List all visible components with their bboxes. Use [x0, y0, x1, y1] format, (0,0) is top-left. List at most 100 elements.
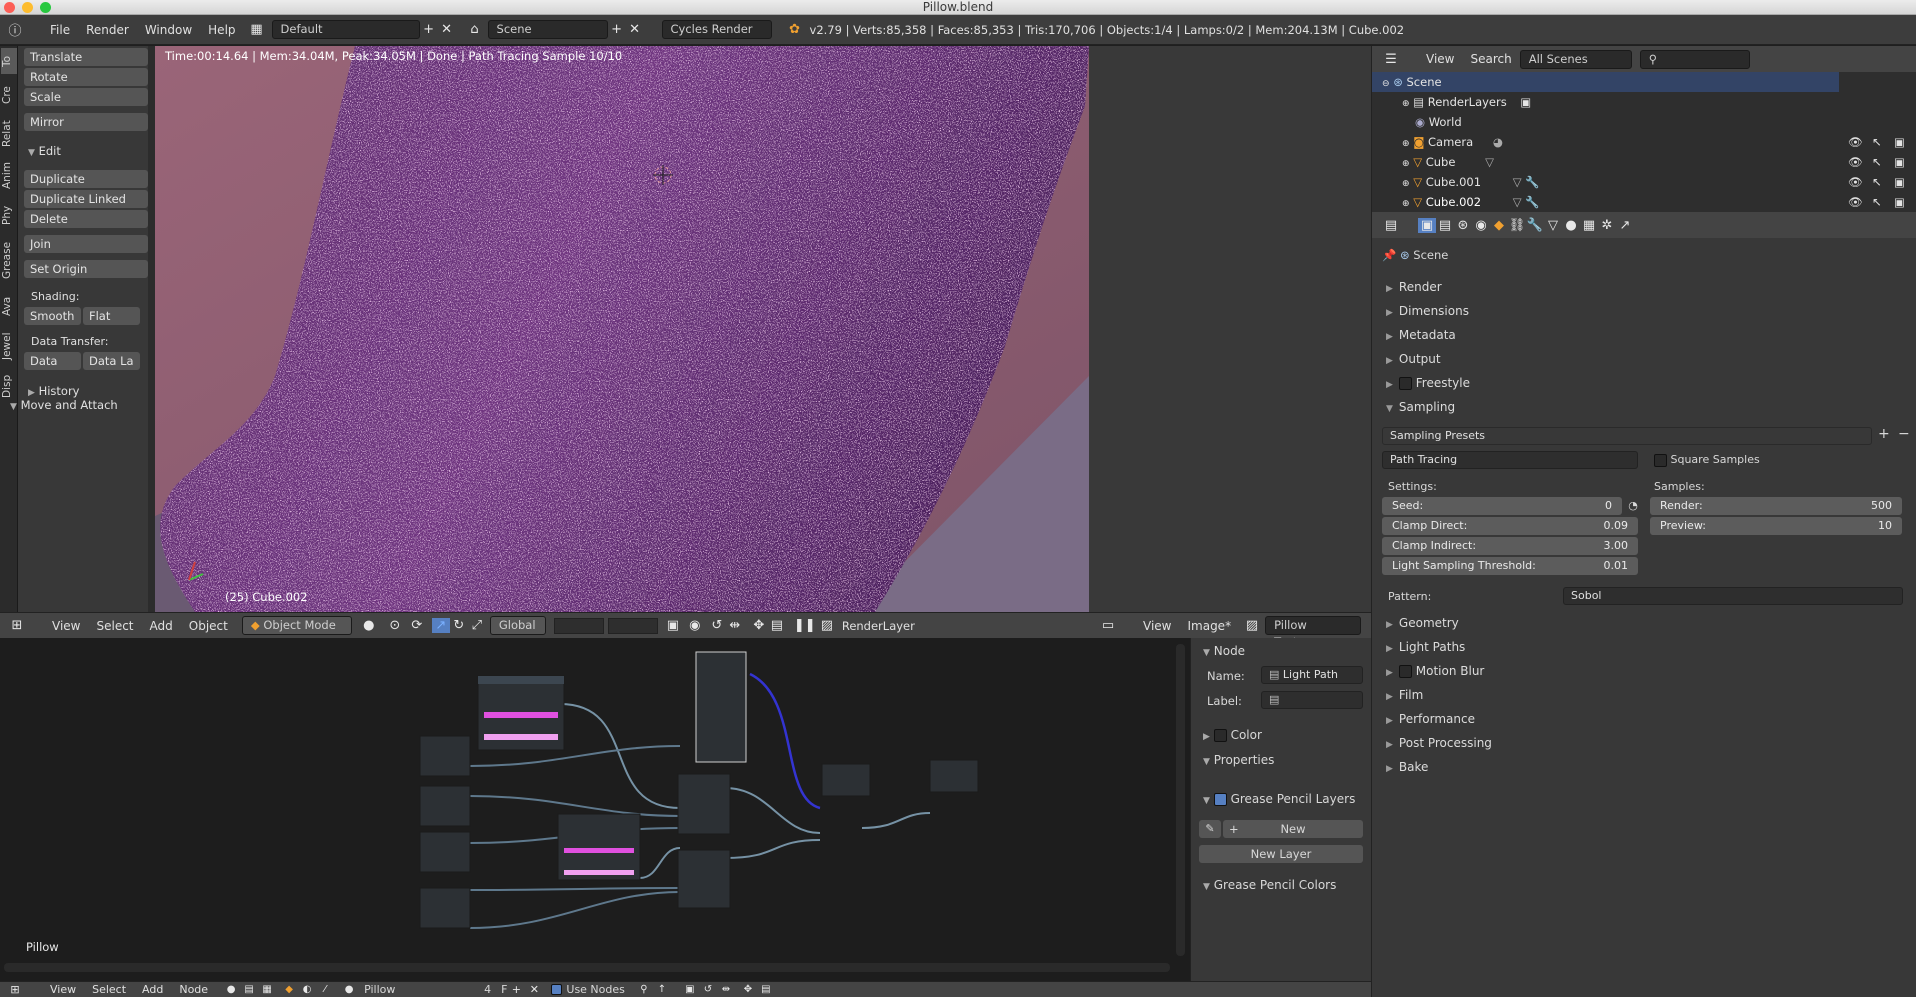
flat-button[interactable]: Flat	[83, 307, 140, 325]
outliner-search-menu[interactable]: Search	[1462, 52, 1519, 66]
scene-field[interactable]: Scene	[487, 20, 608, 39]
remove-layout-icon[interactable]: ✕	[438, 22, 456, 37]
gp-layers-header[interactable]: ▼ Grease Pencil Layers	[1203, 792, 1355, 806]
data-tab-icon[interactable]: ▽	[1544, 218, 1562, 233]
layout-field[interactable]: Default	[271, 20, 420, 39]
panel-post-processing[interactable]: ▶ Post Processing	[1386, 736, 1492, 750]
outliner-item-cube-001[interactable]: ⊕ ▽ Cube.001 ▽ 🔧 👁 ↖ ▣	[1372, 172, 1916, 192]
tab-tools[interactable]: To	[1, 48, 17, 74]
view-menu[interactable]: View	[44, 619, 88, 633]
outliner-view-menu[interactable]: View	[1418, 52, 1462, 66]
outliner-item-cube[interactable]: ⊕ ▽ Cube ▽ 👁 ↖ ▣	[1372, 152, 1916, 172]
node-editor-hscrollbar[interactable]	[4, 963, 1170, 972]
texture-tree-icon[interactable]: ▦	[258, 984, 276, 995]
menu-help[interactable]: Help	[200, 23, 243, 37]
tab-create[interactable]: Cre	[1, 78, 17, 112]
expand-icon[interactable]: ⊕	[1402, 159, 1410, 169]
snap-node-icon[interactable]: ↺	[699, 984, 717, 995]
image-browse-icon[interactable]: ▨	[1243, 618, 1261, 633]
snap-icon[interactable]: ↺	[708, 618, 726, 633]
visibility-eye-icon[interactable]: 👁	[1848, 152, 1863, 172]
screen-layout-icon[interactable]: ▦	[248, 22, 266, 37]
scale-button[interactable]: Scale	[24, 88, 148, 106]
outliner-item-camera[interactable]: ⊕ ◙ Camera ◕ 👁 ↖ ▣	[1372, 132, 1916, 152]
preview-samples-field[interactable]: Preview: 10	[1650, 517, 1902, 535]
render-samples-field[interactable]: Render: 500	[1650, 497, 1902, 515]
outliner-item-world[interactable]: ◉ World	[1372, 112, 1916, 132]
image-menu[interactable]: Image*	[1179, 619, 1239, 633]
snap-target-icon[interactable]: ⇹	[717, 984, 735, 995]
remove-scene-icon[interactable]: ✕	[626, 22, 644, 37]
data-button[interactable]: Data	[24, 352, 81, 370]
use-nodes-checkbox[interactable]	[551, 984, 563, 995]
panel-light-paths[interactable]: ▶ Light Paths	[1386, 640, 1465, 654]
object-shader-icon[interactable]: ◆	[280, 984, 298, 995]
add-menu[interactable]: Add	[142, 619, 181, 633]
render-layers-tab-icon[interactable]: ▤	[1436, 218, 1454, 233]
visibility-eye-icon[interactable]: 👁	[1848, 132, 1863, 152]
smooth-button[interactable]: Smooth	[24, 307, 81, 325]
node-section-header[interactable]: ▼ Node	[1203, 644, 1245, 658]
visibility-eye-icon[interactable]: 👁	[1848, 172, 1863, 192]
tab-animation[interactable]: Anim	[1, 156, 17, 196]
mode-select[interactable]: ◆ Object Mode	[241, 616, 352, 635]
snap-element-icon[interactable]: ⇹	[726, 618, 744, 633]
gp-new-button[interactable]: + New	[1223, 820, 1363, 838]
pin-icon[interactable]: ⚲	[635, 984, 653, 995]
constraints-tab-icon[interactable]: ⛓	[1508, 218, 1526, 233]
parent-tree-icon[interactable]: ↑	[653, 984, 671, 995]
panel-render[interactable]: ▶ Render	[1386, 280, 1442, 294]
node-color-checkbox[interactable]	[1213, 729, 1227, 742]
selectable-arrow-icon[interactable]: ↖	[1872, 152, 1882, 172]
node-view-menu[interactable]: View	[42, 983, 84, 996]
add-material-icon[interactable]: +	[507, 983, 525, 996]
panel-metadata[interactable]: ▶ Metadata	[1386, 328, 1456, 342]
delete-button[interactable]: Delete	[24, 210, 148, 228]
renderable-camera-icon[interactable]: ▣	[1894, 152, 1905, 172]
material-browse-icon[interactable]: ●	[340, 984, 358, 995]
expand-icon[interactable]: ⊕	[1402, 99, 1410, 109]
remove-preset-icon[interactable]: −	[1898, 426, 1910, 442]
node-menu[interactable]: Node	[171, 983, 216, 996]
layers-grid-1[interactable]	[553, 617, 604, 634]
tab-jewel[interactable]: Jewel	[1, 326, 17, 366]
expand-icon[interactable]: ⊖	[1382, 79, 1390, 89]
seed-field[interactable]: Seed: 0	[1382, 497, 1622, 515]
outliner-item-scene[interactable]: ⊖ ⊛ Scene	[1372, 72, 1839, 92]
object-menu[interactable]: Object	[181, 619, 236, 633]
freestyle-checkbox[interactable]	[1398, 377, 1412, 390]
join-button[interactable]: Join	[24, 235, 148, 253]
node-label-field[interactable]: ▤	[1261, 691, 1363, 709]
light-sampling-threshold-field[interactable]: Light Sampling Threshold: 0.01	[1382, 557, 1638, 575]
panel-dimensions[interactable]: ▶ Dimensions	[1386, 304, 1469, 318]
add-layout-icon[interactable]: +	[420, 22, 438, 37]
opengl-render-icon[interactable]: ✥	[750, 618, 768, 633]
node-editor-icon[interactable]: ⊞	[6, 983, 24, 996]
image-view-menu[interactable]: View	[1135, 619, 1179, 633]
paste-nodes-icon[interactable]: ▤	[757, 984, 775, 995]
modifiers-tab-icon[interactable]: 🔧	[1526, 218, 1544, 233]
node-color-header[interactable]: ▶ Color	[1203, 728, 1262, 742]
world-shader-icon[interactable]: ◐	[298, 984, 316, 995]
manipulator-icon[interactable]: ⟳	[408, 618, 426, 633]
outliner-display-mode-select[interactable]: All Scenes	[1519, 49, 1632, 69]
menu-window[interactable]: Window	[137, 23, 200, 37]
new-layer-button[interactable]: New Layer	[1199, 845, 1363, 863]
history-panel-header[interactable]: ▶ History	[28, 384, 80, 398]
transform-orientation-select[interactable]: Global	[489, 616, 546, 635]
add-preset-icon[interactable]: +	[1878, 426, 1890, 442]
pencil-icon[interactable]: ✎	[1199, 820, 1221, 838]
expand-icon[interactable]: ⊕	[1402, 179, 1410, 189]
add-scene-icon[interactable]: +	[608, 22, 626, 37]
tab-grease-pencil[interactable]: Grease	[1, 234, 17, 286]
duplicate-button[interactable]: Duplicate	[24, 170, 148, 188]
world-tab-icon[interactable]: ◉	[1472, 218, 1490, 233]
set-origin-button[interactable]: Set Origin	[24, 260, 148, 278]
expand-icon[interactable]: ⊕	[1402, 199, 1410, 209]
rotate-manipulator-icon[interactable]: ↻	[450, 618, 468, 633]
opengl-anim-icon[interactable]: ▤	[768, 618, 786, 633]
material-name-field[interactable]: Pillow	[364, 983, 484, 996]
image-editor-icon[interactable]: ▭	[1099, 618, 1117, 633]
selectable-arrow-icon[interactable]: ↖	[1872, 132, 1882, 152]
animated-seed-clock-icon[interactable]: ◔	[1624, 497, 1642, 515]
